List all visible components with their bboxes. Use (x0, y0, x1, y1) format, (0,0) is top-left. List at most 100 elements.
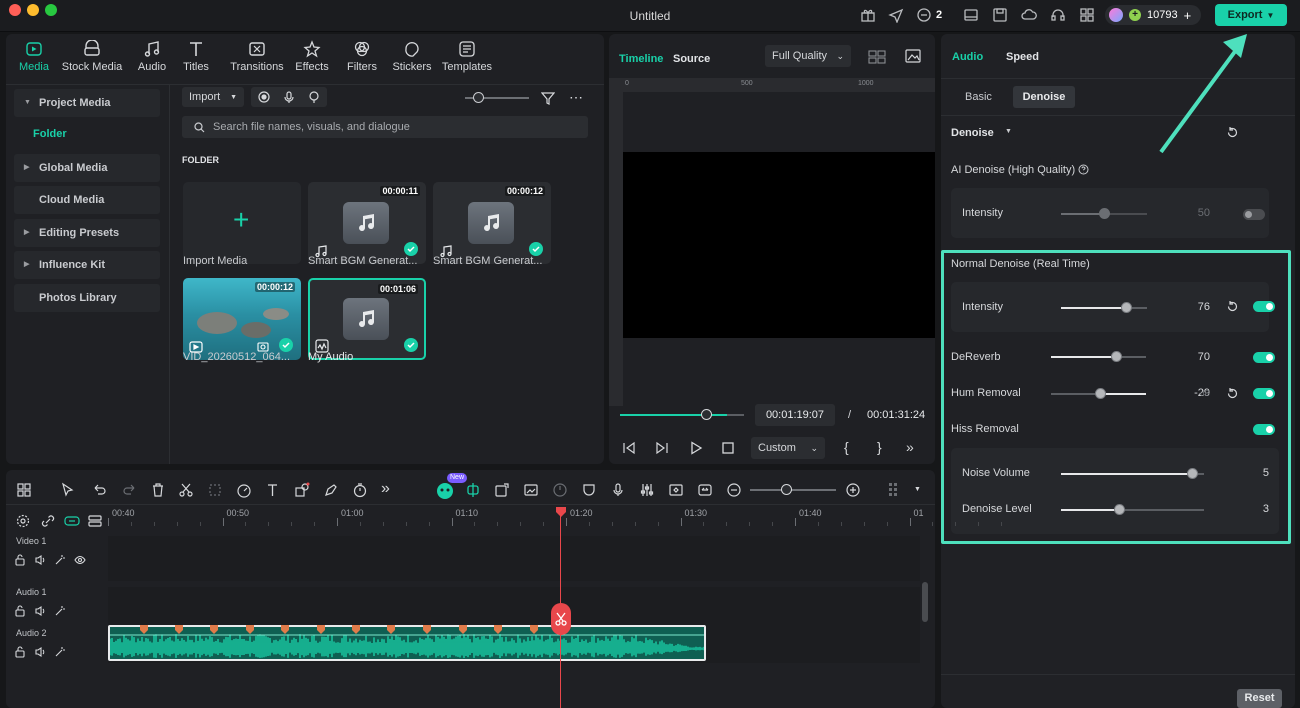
sidebar-item-project-media[interactable]: ▼ Project Media (14, 89, 160, 117)
sidebar-item-editing-presets[interactable]: ▶ Editing Presets (14, 219, 160, 247)
hiss-removal-toggle[interactable] (1253, 424, 1275, 435)
ai-copilot-icon[interactable] (436, 482, 453, 499)
thumbnail-size-slider[interactable] (465, 92, 529, 103)
sidebar-item-folder[interactable]: Folder (33, 128, 67, 140)
dereverb-toggle[interactable] (1253, 352, 1275, 363)
microphone-icon[interactable] (283, 91, 295, 103)
mark-in-icon[interactable]: { (844, 439, 849, 455)
next-frame-icon[interactable] (655, 441, 669, 455)
sidebar-item-cloud-media[interactable]: Cloud Media (14, 186, 160, 214)
tab-transitions[interactable]: Transitions (227, 40, 287, 73)
track-height-icon[interactable] (888, 482, 904, 498)
shape-tool-icon[interactable] (294, 482, 310, 498)
add-credits-icon[interactable]: + (1184, 8, 1192, 23)
split-icon[interactable] (178, 482, 194, 498)
search-input[interactable]: Search file names, visuals, and dialogue (213, 121, 410, 133)
more-tools-icon[interactable]: » (381, 481, 397, 498)
tab-audio[interactable]: Audio (952, 51, 983, 63)
play-icon[interactable] (689, 441, 703, 455)
redo-icon[interactable] (121, 482, 137, 498)
tab-titles[interactable]: Titles (171, 40, 221, 73)
import-dropdown[interactable]: Import ▼ (182, 87, 244, 107)
magic-icon[interactable] (54, 646, 66, 658)
chevron-down-icon[interactable]: ▼ (914, 486, 921, 493)
magic-icon[interactable] (54, 605, 66, 617)
link-icon[interactable] (64, 514, 80, 528)
tab-timeline[interactable]: Timeline (619, 53, 663, 65)
eye-icon[interactable] (74, 554, 86, 566)
speed-icon[interactable] (236, 482, 252, 498)
quality-dropdown[interactable]: Full Quality ⌄ (765, 45, 851, 67)
snapshot-icon[interactable] (905, 49, 921, 63)
stop-icon[interactable] (721, 441, 735, 455)
voiceover-icon[interactable] (308, 91, 320, 103)
speaker-icon[interactable] (34, 646, 46, 658)
timer-icon[interactable] (352, 482, 368, 498)
denoise-level-slider[interactable] (1061, 504, 1204, 515)
speaker-icon[interactable] (34, 554, 46, 566)
video-1-track[interactable] (108, 536, 920, 581)
hum-removal-slider[interactable] (1051, 388, 1146, 399)
help-icon[interactable] (1078, 164, 1089, 175)
mark-out-icon[interactable]: } (877, 439, 882, 455)
undo-icon[interactable] (92, 482, 108, 498)
hum-removal-toggle[interactable] (1253, 388, 1275, 399)
more-options-icon[interactable]: ⋯ (569, 89, 584, 106)
playback-scrubber[interactable] (620, 409, 744, 420)
tab-media[interactable]: Media (9, 40, 59, 73)
speaker-icon[interactable] (34, 605, 46, 617)
timeline-ruler[interactable]: 00:40 00:50 01:00 01:10 01:20 01:30 01:40 01 (108, 506, 1003, 526)
ai-image-icon[interactable] (523, 482, 539, 498)
save-icon[interactable] (992, 7, 1008, 23)
tab-filters[interactable]: Filters (337, 40, 387, 73)
more-controls-icon[interactable]: » (906, 439, 914, 455)
media-item-bgm-2[interactable]: 00:00:12 (433, 182, 551, 264)
previous-frame-icon[interactable] (622, 441, 636, 455)
auto-enhance-icon[interactable] (494, 482, 510, 498)
lock-icon[interactable] (14, 646, 26, 658)
audio-1-track[interactable] (108, 587, 920, 623)
layout-grid-icon[interactable] (16, 482, 32, 498)
record-voice-icon[interactable] (610, 482, 626, 498)
text-tool-icon[interactable] (265, 482, 281, 498)
media-item-my-audio[interactable]: 00:01:06 (308, 278, 426, 360)
sidebar-item-photos-library[interactable]: Photos Library (14, 284, 160, 312)
magic-icon[interactable] (54, 554, 66, 566)
lock-icon[interactable] (14, 554, 26, 566)
select-tool-icon[interactable] (60, 482, 76, 498)
tab-effects[interactable]: Effects (287, 40, 337, 73)
pen-tool-icon[interactable] (323, 482, 339, 498)
record-screen-icon[interactable] (258, 91, 270, 103)
audio-mixer-icon[interactable] (639, 482, 655, 498)
support-icon[interactable] (1050, 7, 1066, 23)
magnetic-snap-icon[interactable] (465, 482, 481, 498)
media-item-bgm-1[interactable]: 00:00:11 (308, 182, 426, 264)
dereverb-slider[interactable] (1051, 351, 1146, 362)
denoise-section-title[interactable]: Denoise (951, 127, 994, 139)
filter-icon[interactable] (541, 91, 555, 105)
tab-stickers[interactable]: Stickers (387, 40, 437, 73)
timeline-zoom-slider[interactable] (750, 484, 836, 495)
stabilize-icon[interactable] (552, 482, 568, 498)
current-time[interactable]: 00:01:19:07 (755, 404, 835, 426)
tab-templates[interactable]: Templates (437, 40, 497, 73)
gift-icon[interactable] (860, 7, 876, 23)
audio-clip-my-audio[interactable] (108, 625, 706, 661)
tab-audio[interactable]: Audio (127, 40, 177, 73)
notification-icon[interactable] (916, 7, 932, 23)
vertical-scrollbar[interactable] (922, 582, 928, 622)
tab-stock-media[interactable]: Stock Media (58, 40, 126, 73)
apps-grid-icon[interactable] (1079, 7, 1095, 23)
unlink-icon[interactable] (41, 514, 55, 528)
import-media-tile[interactable]: + (183, 182, 301, 264)
credits-pill[interactable]: + 10793 + (1105, 5, 1201, 25)
split-here-button[interactable] (551, 603, 571, 635)
fit-timeline-icon[interactable] (697, 482, 713, 498)
lock-icon[interactable] (14, 605, 26, 617)
mask-icon[interactable] (581, 482, 597, 498)
tab-speed[interactable]: Speed (1006, 51, 1039, 63)
sidebar-item-influence-kit[interactable]: ▶ Influence Kit (14, 251, 160, 279)
track-manager-icon[interactable] (88, 514, 102, 528)
intensity-toggle[interactable] (1253, 301, 1275, 312)
reset-intensity-icon[interactable] (1226, 300, 1239, 313)
